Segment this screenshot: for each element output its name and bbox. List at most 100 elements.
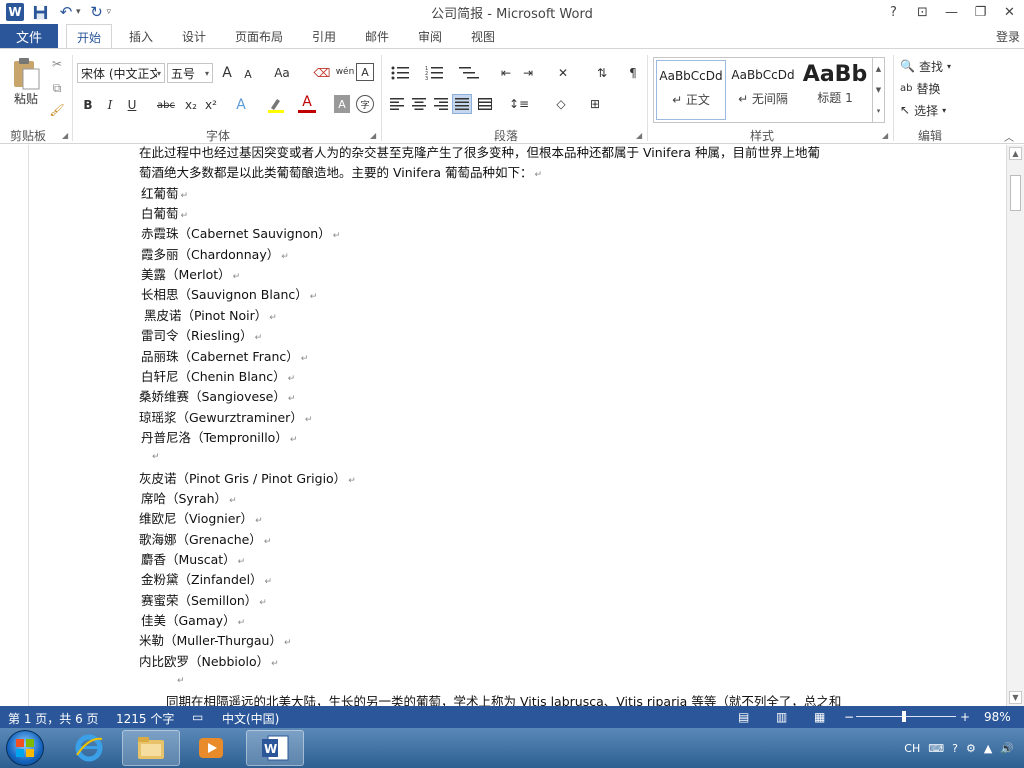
clear-formatting-icon[interactable]: ⌫	[312, 63, 332, 83]
volume-icon[interactable]: 🔊	[1000, 742, 1014, 755]
highlight-icon[interactable]	[266, 95, 286, 115]
document-line[interactable]: 灰皮诺（Pinot Gris / Pinot Grigio） ↵	[139, 468, 356, 487]
font-launcher-icon[interactable]: ◢	[370, 131, 376, 140]
tab-design[interactable]: 设计	[182, 24, 206, 48]
align-right-icon[interactable]	[432, 95, 450, 113]
document-line[interactable]: ↵	[169, 671, 185, 686]
phonetic-guide-button[interactable]: wén	[334, 61, 356, 83]
show-formatting-marks-icon[interactable]: ¶	[624, 63, 642, 83]
document-line[interactable]: 长相思（Sauvignon Blanc） ↵	[141, 284, 317, 303]
save-icon[interactable]	[30, 2, 50, 22]
document-line[interactable]: 赛蜜荣（Semillon） ↵	[141, 590, 267, 609]
decrease-indent-icon[interactable]: ⇤	[496, 63, 516, 83]
proofing-icon[interactable]: ▭	[192, 710, 203, 724]
format-painter-icon[interactable]: 🖌	[48, 101, 66, 119]
font-size-combo[interactable]: 五号 ▾	[167, 63, 213, 83]
bullets-icon[interactable]	[388, 63, 414, 83]
tab-home[interactable]: 开始	[66, 24, 113, 49]
document-line[interactable]: 金粉黛（Zinfandel） ↵	[141, 569, 272, 588]
tab-review[interactable]: 审阅	[418, 24, 442, 48]
document-line[interactable]: 品丽珠（Cabernet Franc） ↵	[141, 346, 308, 365]
document-line[interactable]: 米勒（Muller-Thurgau） ↵	[139, 630, 292, 649]
shrink-font-button[interactable]: A	[240, 65, 256, 83]
font-color-button[interactable]: A	[298, 93, 316, 113]
redo-icon[interactable]: ↻	[87, 2, 107, 22]
vertical-scrollbar[interactable]: ▲ ▼	[1006, 145, 1024, 706]
distributed-icon[interactable]	[476, 95, 494, 113]
restore-button[interactable]: ❐	[966, 0, 995, 24]
word-app-icon[interactable]: W	[6, 3, 24, 21]
bold-button[interactable]: B	[80, 95, 96, 115]
zoom-level[interactable]: 98%	[984, 710, 1011, 724]
document-line[interactable]: 霞多丽（Chardonnay） ↵	[141, 244, 289, 263]
align-center-icon[interactable]	[410, 95, 428, 113]
document-line[interactable]: 维欧尼（Viognier） ↵	[139, 508, 263, 527]
chevron-up-icon[interactable]: ▲	[876, 65, 881, 73]
more-styles-icon[interactable]: ▾	[877, 107, 881, 115]
document-line[interactable]: 席哈（Syrah） ↵	[141, 488, 237, 507]
character-shading-button[interactable]: A	[334, 95, 350, 113]
web-layout-icon[interactable]: ▦	[814, 710, 825, 724]
ime-settings-icon[interactable]: ⚙	[966, 742, 976, 755]
replace-button[interactable]: ab 替换	[900, 79, 960, 97]
zoom-out-button[interactable]: −	[844, 710, 854, 724]
minimize-button[interactable]: —	[937, 0, 966, 24]
enclose-characters-button[interactable]: 字	[356, 95, 374, 113]
document-line[interactable]: 桑娇维赛（Sangiovese） ↵	[139, 386, 295, 405]
document-line[interactable]: 佳美（Gamay） ↵	[141, 610, 245, 629]
document-line[interactable]: 白葡萄 ↵	[141, 203, 188, 222]
document-line[interactable]: ↵	[144, 447, 160, 462]
file-explorer-icon[interactable]	[122, 730, 180, 766]
zoom-slider-thumb[interactable]	[902, 711, 906, 722]
document-line[interactable]: 美露（Merlot） ↵	[141, 264, 240, 283]
document-line[interactable]: 白轩尼（Chenin Blanc） ↵	[141, 366, 295, 385]
print-layout-icon[interactable]: ▥	[776, 710, 787, 724]
scroll-down-icon[interactable]: ▼	[1009, 691, 1022, 704]
style-normal[interactable]: AaBbCcDd ↵ 正文	[656, 60, 726, 120]
help-button[interactable]: ?	[879, 0, 908, 24]
tab-mailings[interactable]: 邮件	[365, 24, 389, 48]
sign-in-link[interactable]: 登录	[996, 28, 1020, 45]
page-count[interactable]: 第 1 页，共 6 页	[8, 710, 99, 727]
tab-insert[interactable]: 插入	[129, 24, 153, 48]
undo-dropdown-icon[interactable]: ▾	[76, 7, 81, 17]
cut-icon[interactable]: ✂	[48, 55, 66, 73]
superscript-button[interactable]: x²	[202, 95, 220, 115]
text-effects-button[interactable]: A	[232, 95, 250, 115]
font-name-combo[interactable]: 宋体 (中文正文 ▾	[77, 63, 165, 83]
internet-explorer-icon[interactable]	[60, 730, 118, 766]
customize-qat-icon[interactable]: ▿	[107, 7, 112, 17]
justify-icon[interactable]	[452, 94, 472, 114]
styles-launcher-icon[interactable]: ◢	[882, 131, 888, 140]
align-left-icon[interactable]	[388, 95, 406, 113]
copy-icon[interactable]: ⧉	[48, 79, 66, 97]
style-heading-1[interactable]: AaBb 标题 1	[800, 60, 870, 120]
read-mode-icon[interactable]: ▤	[738, 710, 749, 724]
zoom-in-button[interactable]: +	[960, 710, 970, 724]
input-language[interactable]: CH	[904, 742, 920, 755]
document-line[interactable]: 内比欧罗（Nebbiolo） ↵	[139, 651, 279, 670]
strikethrough-button[interactable]: abc	[154, 95, 178, 115]
tab-file[interactable]: 文件	[0, 24, 58, 48]
document-line[interactable]: 红葡萄 ↵	[141, 183, 188, 202]
sort-icon[interactable]: ⇅	[592, 63, 612, 83]
ribbon-display-options-button[interactable]: ⊡	[908, 0, 937, 24]
help-tray-icon[interactable]: ?	[952, 742, 958, 755]
document-line[interactable]: 麝香（Muscat） ↵	[141, 549, 245, 568]
document-line[interactable]: 雷司令（Riesling） ↵	[141, 325, 262, 344]
media-player-icon[interactable]	[182, 730, 240, 766]
word-count[interactable]: 1215 个字	[116, 710, 174, 727]
character-border-button[interactable]: A	[356, 63, 374, 81]
subscript-button[interactable]: x₂	[182, 95, 200, 115]
italic-button[interactable]: I	[102, 95, 118, 115]
select-button[interactable]: ↖ 选择 ▾	[900, 101, 960, 119]
document-line[interactable]: 赤霞珠（Cabernet Sauvignon） ↵	[141, 223, 340, 242]
underline-button[interactable]: U	[124, 95, 140, 115]
document-line[interactable]: 黑皮诺（Pinot Noir） ↵	[144, 305, 277, 324]
collapse-ribbon-icon[interactable]: ︿	[1004, 129, 1014, 144]
shading-icon[interactable]: ◇	[548, 95, 574, 113]
chinese-layout-icon[interactable]: ✕	[550, 63, 576, 83]
numbering-icon[interactable]: 123	[422, 63, 448, 83]
zoom-slider[interactable]	[856, 716, 956, 717]
grow-font-button[interactable]: A	[218, 63, 236, 83]
